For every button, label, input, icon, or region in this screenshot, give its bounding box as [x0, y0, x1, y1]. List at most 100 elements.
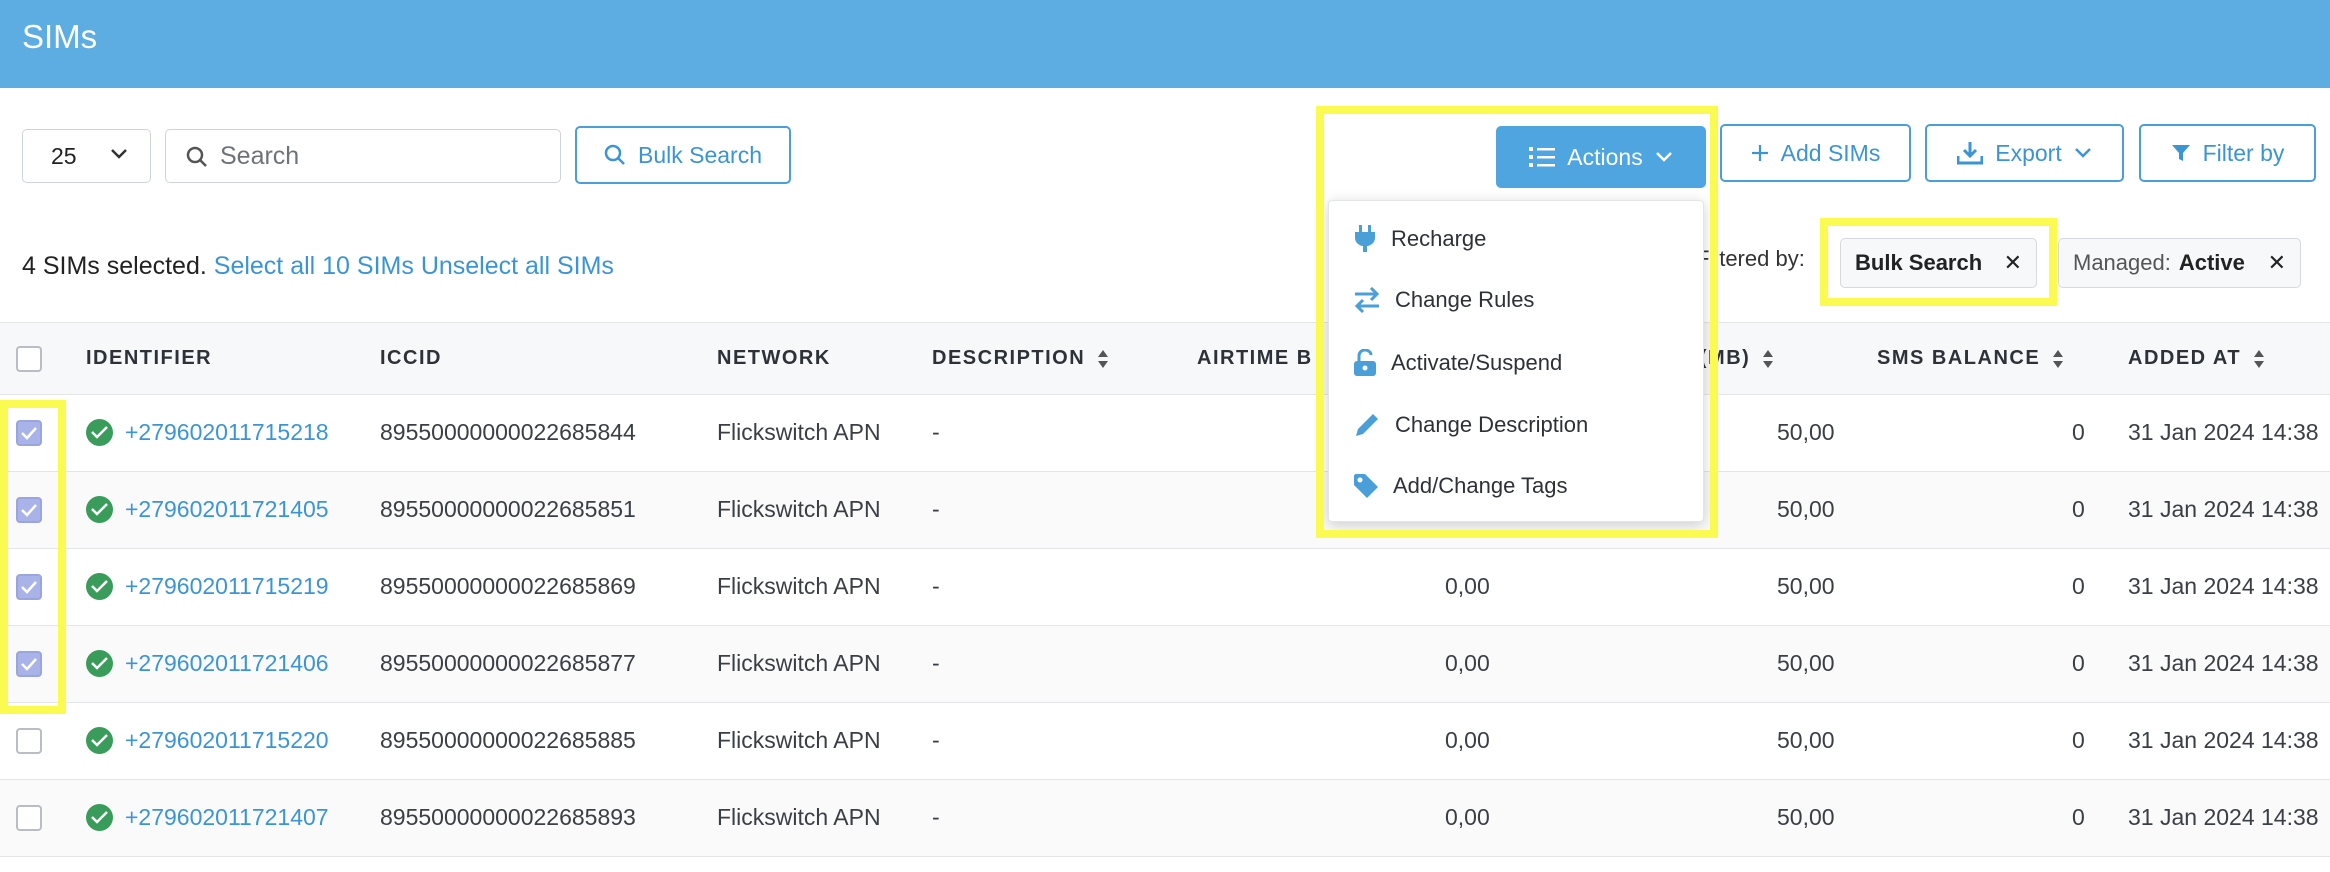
active-status-icon	[86, 419, 113, 446]
add-sims-label: Add SIMs	[1780, 139, 1881, 166]
added-at-cell: 31 Jan 2024 14:38	[2128, 419, 2319, 445]
iccid-cell: 89550000000022685877	[380, 650, 636, 676]
network-cell: Flickswitch APN	[717, 804, 881, 830]
active-status-icon	[86, 727, 113, 754]
added-at-cell: 31 Jan 2024 14:38	[2128, 650, 2319, 676]
chevron-down-icon	[111, 149, 127, 159]
page-size-value: 25	[51, 143, 77, 169]
column-header-network[interactable]: NETWORK	[717, 347, 831, 370]
sort-icon	[2254, 349, 2265, 368]
search-input[interactable]	[220, 138, 540, 174]
sms-balance-cell: 0	[2072, 573, 2085, 599]
add-sims-button[interactable]: Add SIMs	[1720, 124, 1911, 182]
table-row[interactable]: +279602011721405 89550000000022685851 Fl…	[0, 472, 2330, 549]
search-icon	[604, 144, 625, 165]
airtime-cell: 0,00	[1445, 650, 1490, 676]
export-button[interactable]: Export	[1925, 124, 2124, 182]
filter-chip-managed[interactable]: Managed: Active ✕	[2058, 238, 2301, 288]
funnel-icon	[2171, 145, 2190, 161]
column-header-added-at[interactable]: ADDED AT	[2128, 347, 2265, 370]
row-checkbox[interactable]	[16, 728, 42, 754]
added-at-cell: 31 Jan 2024 14:38	[2128, 573, 2319, 599]
search-icon	[186, 146, 207, 167]
table-row[interactable]: +279602011715219 89550000000022685869 Fl…	[0, 549, 2330, 626]
sms-balance-cell: 0	[2072, 419, 2085, 445]
export-label: Export	[1995, 139, 2062, 166]
highlight-bulk-search-chip	[1820, 218, 2057, 306]
app-header: SIMs	[0, 0, 2330, 88]
airtime-cell: 0,00	[1445, 727, 1490, 753]
row-checkbox[interactable]	[16, 805, 42, 831]
table-row[interactable]: +279602011721406 89550000000022685877 Fl…	[0, 626, 2330, 703]
added-at-cell: 31 Jan 2024 14:38	[2128, 804, 2319, 830]
airtime-cell: 0,00	[1445, 573, 1490, 599]
bulk-search-button[interactable]: Bulk Search	[575, 126, 791, 184]
iccid-cell: 89550000000022685844	[380, 419, 636, 445]
airtime-cell: 0,00	[1445, 804, 1490, 830]
description-cell: -	[932, 573, 940, 599]
description-cell: -	[932, 727, 940, 753]
sms-balance-cell: 0	[2072, 496, 2085, 522]
data-balance-cell: 50,00	[1777, 419, 1835, 445]
sim-identifier-link[interactable]: +279602011721406	[125, 650, 329, 677]
table-row[interactable]: +279602011721407 89550000000022685893 Fl…	[0, 780, 2330, 857]
table-row[interactable]: +279602011715218 89550000000022685844 Fl…	[0, 395, 2330, 472]
description-cell: -	[932, 419, 940, 445]
page-title: SIMs	[22, 18, 98, 55]
select-all-checkbox[interactable]	[16, 346, 42, 372]
network-cell: Flickswitch APN	[717, 419, 881, 445]
page-size-select[interactable]: 25	[22, 129, 151, 183]
active-status-icon	[86, 650, 113, 677]
iccid-cell: 89550000000022685869	[380, 573, 636, 599]
data-balance-cell: 50,00	[1777, 804, 1835, 830]
select-all-link[interactable]: Select all 10 SIMs	[214, 252, 414, 280]
chevron-down-icon	[2074, 148, 2091, 158]
description-cell: -	[932, 650, 940, 676]
network-cell: Flickswitch APN	[717, 727, 881, 753]
network-cell: Flickswitch APN	[717, 496, 881, 522]
column-header-description[interactable]: DESCRIPTION	[932, 347, 1109, 370]
sms-balance-cell: 0	[2072, 727, 2085, 753]
description-cell: -	[932, 496, 940, 522]
filter-chip-name: Managed:	[2073, 250, 2171, 275]
bulk-search-label: Bulk Search	[637, 141, 762, 168]
filter-by-label: Filter by	[2202, 139, 2285, 166]
sim-identifier-link[interactable]: +279602011721405	[125, 496, 329, 523]
iccid-cell: 89550000000022685893	[380, 804, 636, 830]
search-field[interactable]	[165, 129, 561, 183]
description-cell: -	[932, 804, 940, 830]
active-status-icon	[86, 496, 113, 523]
active-status-icon	[86, 804, 113, 831]
sim-identifier-link[interactable]: +279602011715218	[125, 419, 329, 446]
sort-icon	[1098, 349, 1109, 368]
data-balance-cell: 50,00	[1777, 573, 1835, 599]
close-icon[interactable]: ✕	[2268, 250, 2286, 276]
sim-identifier-link[interactable]: +279602011721407	[125, 804, 329, 831]
table-row[interactable]: +279602011715220 89550000000022685885 Fl…	[0, 703, 2330, 780]
sms-balance-cell: 0	[2072, 804, 2085, 830]
sim-identifier-link[interactable]: +279602011715220	[125, 727, 329, 754]
selection-count: 4 SIMs selected.	[22, 252, 207, 280]
unselect-all-link[interactable]: Unselect all SIMs	[421, 252, 614, 280]
sort-icon	[1763, 349, 1774, 368]
data-balance-cell: 50,00	[1777, 496, 1835, 522]
sim-identifier-link[interactable]: +279602011715219	[125, 573, 329, 600]
network-cell: Flickswitch APN	[717, 573, 881, 599]
filter-chip-value: Active	[2178, 250, 2245, 275]
selection-info: 4 SIMs selected. Select all 10 SIMs Unse…	[22, 252, 614, 281]
download-icon	[1957, 142, 1984, 165]
iccid-cell: 89550000000022685885	[380, 727, 636, 753]
network-cell: Flickswitch APN	[717, 650, 881, 676]
highlight-selected-checkboxes	[0, 400, 66, 714]
sms-balance-cell: 0	[2072, 650, 2085, 676]
highlight-actions-menu	[1316, 106, 1718, 538]
filter-by-button[interactable]: Filter by	[2139, 124, 2316, 182]
column-header-identifier[interactable]: IDENTIFIER	[86, 347, 212, 370]
column-header-sms-balance[interactable]: SMS BALANCE	[1877, 347, 2064, 370]
active-status-icon	[86, 573, 113, 600]
data-balance-cell: 50,00	[1777, 650, 1835, 676]
iccid-cell: 89550000000022685851	[380, 496, 636, 522]
column-header-airtime-balance[interactable]: AIRTIME B	[1197, 347, 1313, 370]
plus-icon	[1751, 145, 1768, 161]
column-header-iccid[interactable]: ICCID	[380, 347, 442, 370]
